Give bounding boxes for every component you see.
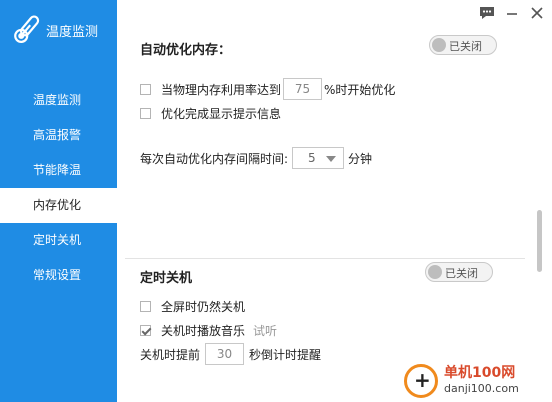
fullscreen-row: 全屏时仍然关机 [140,296,245,316]
sidebar-nav: 温度监测 高温报警 节能降温 内存优化 定时关机 常规设置 [0,83,117,293]
sidebar-item-general-settings[interactable]: 常规设置 [0,258,117,293]
toggle-knob [428,265,442,279]
scrollbar-thumb[interactable] [537,210,542,272]
thermometer-icon [14,15,40,43]
sidebar-item-temperature[interactable]: 温度监测 [0,83,117,118]
memory-usage-input[interactable]: 75 [283,78,323,100]
fullscreen-label: 全屏时仍然关机 [161,299,246,314]
toggle-knob [432,38,446,52]
section-divider [125,258,525,259]
music-row: 关机时播放音乐 试听 [140,320,277,340]
memory-usage-checkbox[interactable] [140,83,151,95]
memory-section-title: 自动优化内存： [140,43,232,58]
watermark-logo-icon [404,364,438,398]
advance-suffix: 秒倒计时提醒 [249,347,322,362]
fullscreen-checkbox[interactable] [140,300,151,312]
notify-checkbox[interactable] [140,107,151,119]
notify-label: 优化完成显示提示信息 [161,106,282,121]
app-title: 温度监测 [46,25,99,40]
music-label: 关机时播放音乐 [161,323,246,338]
advance-prefix: 关机时提前 [140,347,201,362]
watermark-title: 单机100网 [444,365,516,381]
sidebar-item-memory-optimize[interactable]: 内存优化 [0,188,117,223]
chevron-down-icon [326,156,337,162]
interval-prefix: 每次自动优化内存间隔时间: [140,151,289,166]
toggle-label: 已关闭 [445,267,478,280]
memory-usage-row: 当物理内存利用率达到 75 %时开始优化 [140,78,396,100]
notify-row: 优化完成显示提示信息 [140,103,281,123]
advance-row: 关机时提前 30 秒倒计时提醒 [140,343,322,365]
watermark-url: danji100.com [444,382,519,395]
sidebar-item-energy-cooling[interactable]: 节能降温 [0,153,117,188]
memory-usage-suffix: %时开始优化 [324,82,396,97]
sidebar-item-scheduled-shutdown[interactable]: 定时关机 [0,223,117,258]
advance-input[interactable]: 30 [205,343,245,365]
sidebar-item-high-temp-alarm[interactable]: 高温报警 [0,118,117,153]
try-listen-link[interactable]: 试听 [253,322,277,339]
shutdown-toggle[interactable]: 已关闭 [425,262,493,282]
interval-select[interactable]: 5 [292,147,345,169]
content-panel: 自动优化内存： 已关闭 当物理内存利用率达到 75 %时开始优化 优化完成显示提… [117,0,552,402]
memory-usage-prefix: 当物理内存利用率达到 [161,82,282,97]
app-logo: 温度监测 [10,12,110,46]
music-checkbox[interactable] [140,324,151,336]
toggle-label: 已关闭 [449,40,482,53]
watermark: 单机100网 danji100.com [404,362,552,402]
interval-row: 每次自动优化内存间隔时间: 5 分钟 [140,147,373,169]
memory-auto-toggle[interactable]: 已关闭 [429,35,497,55]
interval-unit: 分钟 [348,151,373,166]
shutdown-section-title: 定时关机 [140,271,193,286]
sidebar: 温度监测 温度监测 高温报警 节能降温 内存优化 定时关机 常规设置 [0,0,117,402]
interval-value: 5 [308,151,316,165]
